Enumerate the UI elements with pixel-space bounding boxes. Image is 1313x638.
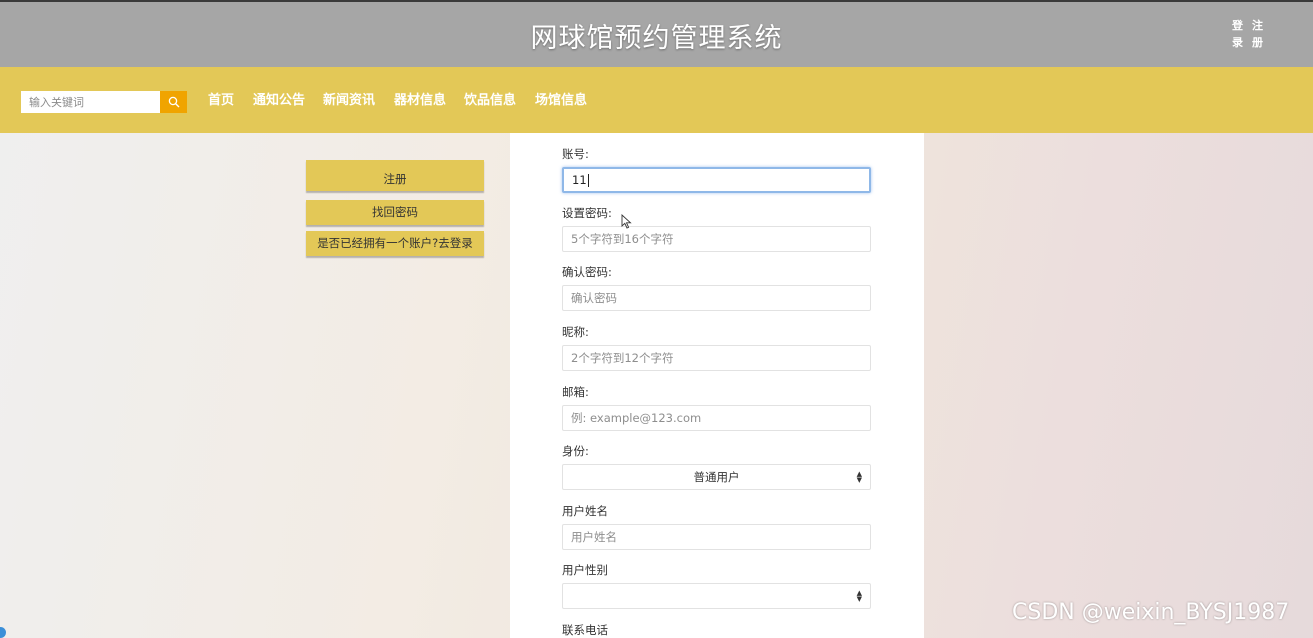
account-label: 账号:	[562, 147, 589, 161]
gender-label: 用户性别	[562, 563, 608, 577]
nav-item-news[interactable]: 新闻资讯	[323, 91, 375, 111]
side-login-link-button[interactable]: 是否已经拥有一个账户?去登录	[306, 231, 484, 256]
nav-item-venues[interactable]: 场馆信息	[535, 91, 587, 111]
text-caret	[587, 173, 589, 187]
realname-label: 用户姓名	[562, 504, 608, 518]
role-selected-value: 普通用户	[693, 470, 740, 484]
nickname-input[interactable]	[562, 345, 871, 371]
nav-item-home[interactable]: 首页	[208, 91, 234, 111]
email-label: 邮箱:	[562, 385, 589, 399]
password-label: 设置密码:	[562, 206, 612, 220]
search-button[interactable]	[160, 91, 187, 113]
gender-select[interactable]: ▲ ▼	[562, 583, 871, 609]
nickname-label: 昵称:	[562, 325, 589, 339]
confirm-password-label: 确认密码:	[562, 265, 612, 279]
account-value: 11	[572, 173, 587, 187]
realname-input[interactable]	[562, 524, 871, 550]
password-input[interactable]	[562, 226, 871, 252]
watermark-text: CSDN @weixin_BYSJ1987	[1012, 600, 1290, 625]
nav-item-equipment[interactable]: 器材信息	[394, 91, 446, 111]
nav-bar: 首页 通知公告 新闻资讯 器材信息 饮品信息 场馆信息	[0, 67, 1313, 133]
role-select[interactable]: 普通用户 ▲ ▼	[562, 464, 871, 490]
role-label: 身份:	[562, 444, 589, 458]
register-form: 账号: 11 设置密码: 确认密码: 昵称: 邮箱: 身份: 普通用户 ▲▼ 用…	[510, 133, 924, 638]
header-bar: 网球馆预约管理系统 登录 注册	[0, 0, 1313, 67]
search-input[interactable]	[21, 91, 160, 113]
phone-label: 联系电话	[562, 623, 608, 637]
account-input[interactable]: 11	[562, 167, 871, 193]
corner-indicator	[0, 627, 6, 638]
side-forgot-password-button[interactable]: 找回密码	[306, 200, 484, 225]
side-register-button[interactable]: 注册	[306, 160, 484, 191]
nav-item-notices[interactable]: 通知公告	[253, 91, 305, 111]
search-icon	[168, 96, 179, 108]
nav-item-drinks[interactable]: 饮品信息	[464, 91, 516, 111]
site-title: 网球馆预约管理系统	[530, 23, 783, 54]
login-link[interactable]: 登录	[1232, 17, 1244, 51]
mouse-cursor-icon	[621, 214, 632, 229]
select-arrows-icon: ▲ ▼	[856, 589, 862, 603]
register-link[interactable]: 注册	[1252, 17, 1264, 51]
confirm-password-input[interactable]	[562, 285, 871, 311]
email-input[interactable]	[562, 405, 871, 431]
select-arrows-icon: ▲ ▼	[856, 470, 862, 484]
